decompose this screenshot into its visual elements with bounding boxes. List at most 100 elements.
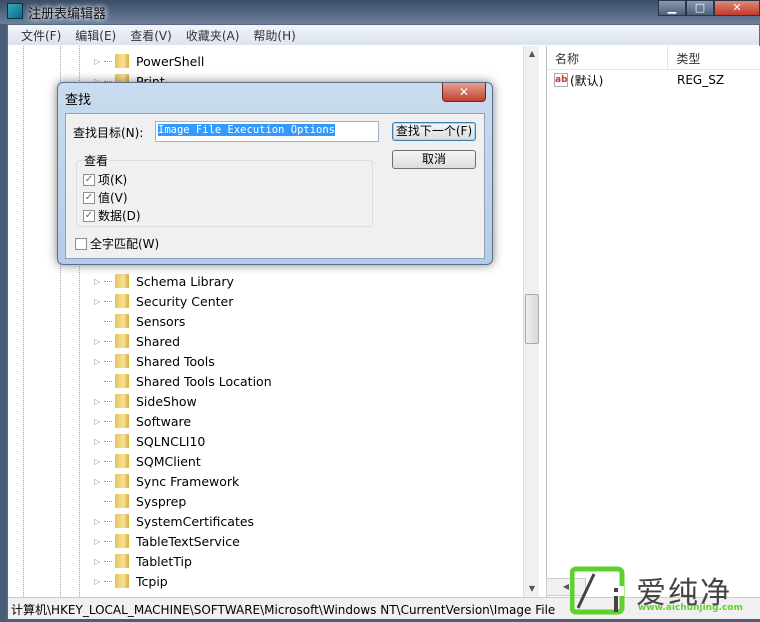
menu-edit[interactable]: 编辑(E) [68,25,123,45]
tree-item-label: Shared [136,333,181,349]
scroll-up-icon[interactable]: ▲ [524,46,540,62]
window-title: 注册表编辑器 [28,7,107,22]
folder-icon [115,554,129,568]
folder-icon [115,314,129,328]
keys-checkbox[interactable]: ✓ 项(K) [83,171,127,188]
folder-icon [115,414,129,428]
tree-item[interactable]: Shared Tools Location [94,371,272,391]
menu-view[interactable]: 查看(V) [123,25,179,45]
menu-favorites[interactable]: 收藏夹(A) [179,25,247,45]
expand-arrow-icon[interactable]: ▷ [94,417,104,426]
dialog-title: 查找 [65,93,92,108]
tree-item-label: Sensors [136,313,186,329]
find-next-button[interactable]: 查找下一个(F) [392,122,476,141]
tree-item-label: SQMClient [136,453,201,469]
tree-item[interactable]: ▷ Shared Tools [94,351,215,371]
check-icon: ✓ [83,191,95,204]
tree-item-label: SQLNCLI10 [136,433,206,449]
find-input[interactable]: Image File Execution Options [155,121,379,142]
value-row[interactable]: ab (默认) REG_SZ [547,70,760,90]
folder-icon [115,374,129,388]
expand-arrow-icon[interactable]: ▷ [94,337,104,346]
folder-icon [115,294,129,308]
tree-item[interactable]: ▷ Sync Framework [94,471,239,491]
find-label: 查找目标(N): [73,126,144,140]
tree-item-label: Shared Tools Location [136,373,272,389]
expand-arrow-icon[interactable]: ▷ [94,557,104,566]
find-dialog: 查找 ✕ 查找目标(N): Image File Execution Optio… [57,82,493,265]
tree-item-label: TabletTip [136,553,192,569]
tree-item-label: Software [136,413,192,429]
tree-item-label: Security Center [136,293,234,309]
expand-arrow-icon[interactable]: ▷ [94,457,104,466]
watermark-logo: 爱纯净 www.aichunjing.com [569,566,760,619]
menu-help[interactable]: 帮助(H) [246,25,302,45]
regedit-icon [7,3,23,19]
expand-arrow-icon[interactable]: ▷ [94,517,104,526]
tree-item[interactable]: ▷ Shared [94,331,180,351]
folder-icon [115,434,129,448]
folder-icon [115,494,129,508]
menu-file[interactable]: 文件(F) [14,25,68,45]
check-icon: ✓ [83,173,95,186]
match-whole-checkbox[interactable]: 全字匹配(W) [75,235,159,252]
values-pane[interactable]: 名称 类型 ab (默认) REG_SZ [546,46,760,597]
folder-icon [115,274,129,288]
tree-item[interactable]: ▷ SQMClient [94,451,201,471]
scroll-thumb[interactable] [525,294,539,344]
tree-item[interactable]: ▷ SystemCertificates [94,511,254,531]
tree-item-label: SystemCertificates [136,513,255,529]
tree-item-label: SideShow [136,393,197,409]
string-value-icon: ab [554,73,568,87]
value-type: REG_SZ [677,73,725,87]
expand-arrow-icon[interactable]: ▷ [94,537,104,546]
expand-arrow-icon[interactable]: ▷ [94,477,104,486]
values-checkbox[interactable]: ✓ 值(V) [83,189,128,206]
tree-item[interactable]: ▷ PowerShell [94,51,204,71]
data-checkbox[interactable]: ✓ 数据(D) [83,207,141,224]
watermark-url: www.aichunjing.com [638,603,743,613]
cancel-button[interactable]: 取消 [392,150,476,169]
tree-item-label: Sysprep [136,493,187,509]
tree-item[interactable]: ▷ Software [94,411,191,431]
expand-arrow-icon[interactable]: ▷ [94,57,104,66]
tree-item-label: Sync Framework [136,473,240,489]
folder-icon [115,534,129,548]
tree-item-label: Shared Tools [136,353,215,369]
tree-item[interactable]: ▷ Security Center [94,291,233,311]
tree-scrollbar[interactable]: ▲ ▼ [523,46,539,597]
tree-item-label: TableTextService [136,533,240,549]
column-type[interactable]: 类型 [668,46,760,69]
tree-item[interactable]: Sysprep [94,491,186,511]
tree-item[interactable]: ▷ SQLNCLI10 [94,431,205,451]
tree-item[interactable]: ▷ TabletTip [94,551,192,571]
column-name[interactable]: 名称 [547,46,669,69]
tree-item[interactable]: ▷ TableTextService [94,531,240,551]
tree-item[interactable]: ▷ Schema Library [94,271,234,291]
maximize-button[interactable]: □ [686,0,714,16]
expand-arrow-icon[interactable]: ▷ [94,297,104,306]
folder-icon [115,474,129,488]
close-button[interactable]: ✕ [714,0,760,16]
tree-item-label: PowerShell [136,53,205,69]
folder-icon [115,334,129,348]
expand-arrow-icon[interactable]: ▷ [94,437,104,446]
tree-item[interactable]: Sensors [94,311,185,331]
tree-item-label: Tcpip [136,573,168,589]
expand-arrow-icon[interactable]: ▷ [94,397,104,406]
folder-icon [115,574,129,588]
expand-arrow-icon[interactable]: ▷ [94,277,104,286]
folder-icon [115,354,129,368]
scroll-down-icon[interactable]: ▼ [524,581,540,597]
title-bar: 注册表编辑器 ▁ □ ✕ [0,0,760,24]
minimize-button[interactable]: ▁ [658,0,686,16]
folder-icon [115,394,129,408]
tree-item-label: Schema Library [136,273,234,289]
dialog-close-button[interactable]: ✕ [442,83,486,102]
folder-icon [115,514,129,528]
expand-arrow-icon[interactable]: ▷ [94,577,104,586]
tree-item[interactable]: ▷ Tcpip [94,571,168,591]
folder-icon [115,454,129,468]
expand-arrow-icon[interactable]: ▷ [94,357,104,366]
tree-item[interactable]: ▷ SideShow [94,391,197,411]
